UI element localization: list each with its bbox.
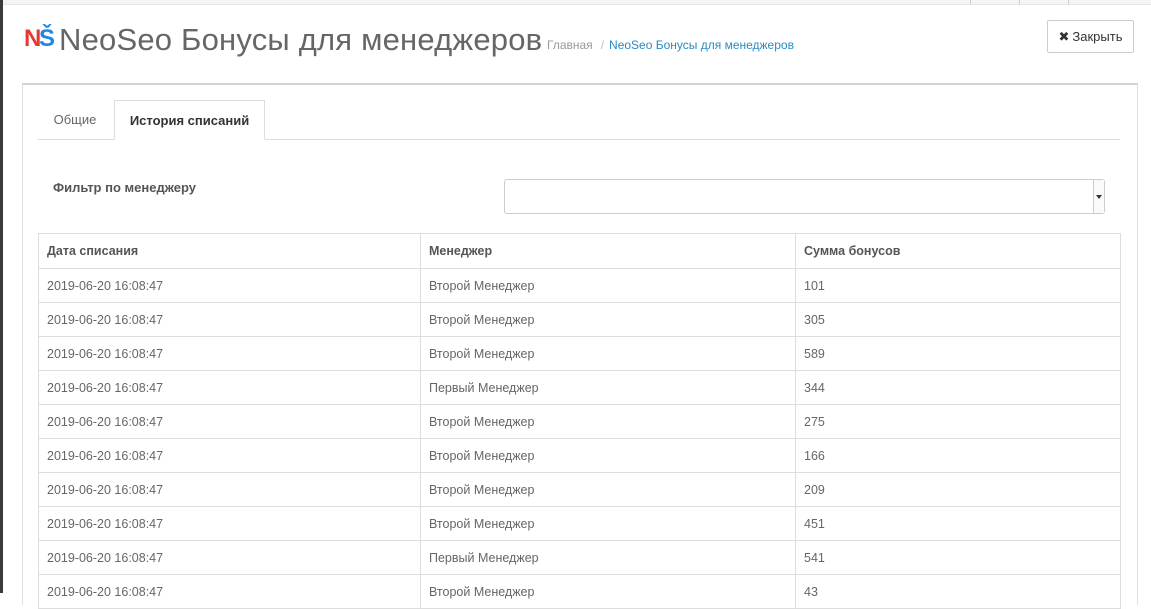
breadcrumb-home[interactable]: Главная bbox=[547, 38, 593, 52]
dropdown-arrow-icon[interactable] bbox=[1093, 180, 1104, 213]
cell-manager: Первый Менеджер bbox=[420, 370, 796, 405]
tab-bar: Общие История списаний bbox=[38, 100, 1120, 140]
cell-manager: Второй Менеджер bbox=[420, 574, 796, 609]
table-row: 2019-06-20 16:08:47 Второй Менеджер 589 bbox=[38, 336, 1121, 371]
table-header-row: Дата списания Менеджер Сумма бонусов bbox=[38, 233, 1121, 269]
top-bar-divider bbox=[1019, 0, 1020, 5]
cell-amount: 101 bbox=[795, 268, 1121, 303]
close-button-label: Закрыть bbox=[1072, 29, 1123, 44]
table-row: 2019-06-20 16:08:47 Второй Менеджер 275 bbox=[38, 404, 1121, 439]
cell-amount: 541 bbox=[795, 540, 1121, 575]
cell-manager: Второй Менеджер bbox=[420, 302, 796, 337]
cell-date: 2019-06-20 16:08:47 bbox=[38, 574, 421, 609]
table-row: 2019-06-20 16:08:47 Второй Менеджер 451 bbox=[38, 506, 1121, 541]
tab-general[interactable]: Общие bbox=[38, 100, 112, 139]
table-row: 2019-06-20 16:08:47 Второй Менеджер 209 bbox=[38, 472, 1121, 507]
breadcrumb-current[interactable]: NeoSeo Бонусы для менеджеров bbox=[609, 38, 794, 52]
table-row: 2019-06-20 16:08:47 Первый Менеджер 541 bbox=[38, 540, 1121, 575]
table-row: 2019-06-20 16:08:47 Второй Менеджер 166 bbox=[38, 438, 1121, 473]
cell-amount: 344 bbox=[795, 370, 1121, 405]
close-button[interactable]: ✖ Закрыть bbox=[1047, 20, 1134, 53]
cell-date: 2019-06-20 16:08:47 bbox=[38, 302, 421, 337]
cell-date: 2019-06-20 16:08:47 bbox=[38, 472, 421, 507]
breadcrumb-separator: / bbox=[600, 38, 605, 52]
cell-date: 2019-06-20 16:08:47 bbox=[38, 540, 421, 575]
cell-date: 2019-06-20 16:08:47 bbox=[38, 370, 421, 405]
cell-date: 2019-06-20 16:08:47 bbox=[38, 268, 421, 303]
table-row: 2019-06-20 16:08:47 Второй Менеджер 101 bbox=[38, 268, 1121, 303]
cell-date: 2019-06-20 16:08:47 bbox=[38, 506, 421, 541]
cell-amount: 305 bbox=[795, 302, 1121, 337]
top-bar-divider bbox=[1068, 0, 1069, 5]
left-border bbox=[0, 0, 3, 593]
top-bar bbox=[3, 0, 1151, 5]
cell-manager: Второй Менеджер bbox=[420, 438, 796, 473]
page-title: NeoSeo Бонусы для менеджеров bbox=[59, 22, 543, 57]
tab-history[interactable]: История списаний bbox=[114, 100, 265, 140]
breadcrumb: Главная / NeoSeo Бонусы для менеджеров bbox=[547, 38, 794, 52]
cell-amount: 589 bbox=[795, 336, 1121, 371]
cell-amount: 43 bbox=[795, 574, 1121, 609]
cell-manager: Второй Менеджер bbox=[420, 336, 796, 371]
table-row: 2019-06-20 16:08:47 Второй Менеджер 305 bbox=[38, 302, 1121, 337]
cell-manager: Второй Менеджер bbox=[420, 404, 796, 439]
logo-letter-s: Š bbox=[39, 25, 56, 52]
column-header-amount[interactable]: Сумма бонусов bbox=[795, 233, 1121, 269]
cell-manager: Первый Менеджер bbox=[420, 540, 796, 575]
cell-date: 2019-06-20 16:08:47 bbox=[38, 404, 421, 439]
cell-amount: 166 bbox=[795, 438, 1121, 473]
filter-label: Фильтр по менеджеру bbox=[53, 180, 196, 195]
writeoff-history-table: Дата списания Менеджер Сумма бонусов 201… bbox=[38, 233, 1121, 609]
column-header-manager[interactable]: Менеджер bbox=[420, 233, 796, 269]
close-icon: ✖ bbox=[1058, 28, 1070, 44]
column-header-date[interactable]: Дата списания bbox=[38, 233, 421, 269]
table-row: 2019-06-20 16:08:47 Первый Менеджер 344 bbox=[38, 370, 1121, 405]
cell-amount: 209 bbox=[795, 472, 1121, 507]
cell-amount: 451 bbox=[795, 506, 1121, 541]
cell-date: 2019-06-20 16:08:47 bbox=[38, 336, 421, 371]
cell-amount: 275 bbox=[795, 404, 1121, 439]
neoseo-logo: N Š bbox=[24, 26, 56, 52]
manager-filter-select[interactable] bbox=[504, 179, 1105, 214]
cell-manager: Второй Менеджер bbox=[420, 268, 796, 303]
cell-manager: Второй Менеджер bbox=[420, 472, 796, 507]
top-bar-divider bbox=[970, 0, 971, 5]
cell-date: 2019-06-20 16:08:47 bbox=[38, 438, 421, 473]
cell-manager: Второй Менеджер bbox=[420, 506, 796, 541]
table-row: 2019-06-20 16:08:47 Второй Менеджер 43 bbox=[38, 574, 1121, 609]
